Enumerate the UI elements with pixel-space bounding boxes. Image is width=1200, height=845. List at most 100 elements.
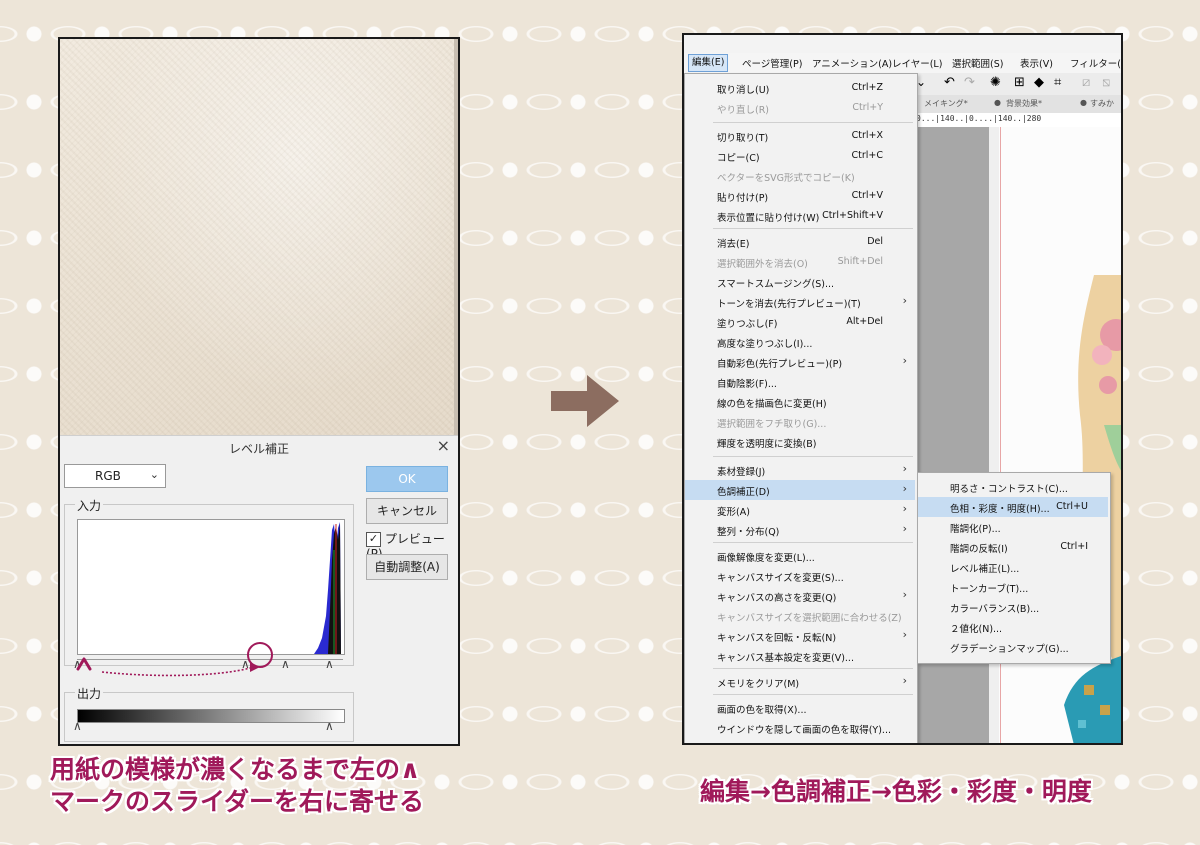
edit-menu-item[interactable]: ベクターをSVG形式でコピー(K) xyxy=(685,166,915,186)
submenu-item-label: グラデーションマップ(G)... xyxy=(950,644,1069,655)
menu-layer[interactable]: レイヤー(L) xyxy=(892,56,942,70)
menu-item-shortcut: Ctrl+V xyxy=(851,190,883,201)
edit-menu-item[interactable]: 輝度を透明度に変換(B) xyxy=(685,432,915,452)
edit-menu-item[interactable]: 自動陰影(F)... xyxy=(685,372,915,392)
edit-menu-item[interactable]: 切り取り(T) Ctrl+X xyxy=(685,126,915,146)
menu-separator xyxy=(713,542,913,543)
menu-item-label: 選択範囲をフチ取り(G)... xyxy=(717,419,827,430)
edit-menu-item[interactable]: 色調補正(D) › xyxy=(685,480,915,500)
edit-menu-item[interactable]: メモリをクリア(M) › xyxy=(685,672,915,692)
edit-menu-item[interactable]: キャンバスサイズを変更(S)... xyxy=(685,566,915,586)
edit-menu-item[interactable]: キャンバスを回転・反転(N) › xyxy=(685,626,915,646)
color-submenu-item[interactable]: ２値化(N)... xyxy=(918,617,1108,637)
menu-item-shortcut: Ctrl+Shift+V xyxy=(822,210,883,221)
edit-menu-item[interactable]: 自動彩色(先行プレビュー)(P) › xyxy=(685,352,915,372)
menu-item-label: 自動陰影(F)... xyxy=(717,379,777,390)
menu-item-label: 塗りつぶし(F) xyxy=(717,319,778,330)
edit-menu-item[interactable]: 変形(A) › xyxy=(685,500,915,520)
tab-making[interactable]: メイキング* xyxy=(924,98,968,109)
submenu-item-label: カラーバランス(B)... xyxy=(950,604,1040,615)
submenu-item-label: 階調化(P)... xyxy=(950,524,1001,535)
right-caption: 編集→色調補正→色彩・彩度・明度 xyxy=(700,777,1092,806)
edit-menu-item[interactable]: 表示位置に貼り付け(W) Ctrl+Shift+V xyxy=(685,206,915,226)
menu-item-shortcut: Ctrl+Z xyxy=(851,82,883,93)
ruler: 0...|140..|0....|140..|280 xyxy=(914,113,1121,128)
app-screenshot-panel: 編集(E) ページ管理(P) アニメーション(A) レイヤー(L) 選択範囲(S… xyxy=(682,33,1123,745)
menu-item-label: メモリをクリア(M) xyxy=(717,679,800,690)
tab-dot: ● xyxy=(1080,98,1087,107)
annotation-arrow-icon xyxy=(101,662,260,677)
menu-item-shortcut: Ctrl+Y xyxy=(852,102,883,113)
chevron-right-icon: › xyxy=(902,482,907,495)
edit-menu-item[interactable]: トーンを消去(先行プレビュー)(T) › xyxy=(685,292,915,312)
menu-item-shortcut: Shift+Del xyxy=(837,256,883,267)
menu-edit[interactable]: 編集(E) xyxy=(688,54,729,72)
chevron-right-icon: › xyxy=(902,294,907,307)
color-submenu-item[interactable]: レベル補正(L)... xyxy=(918,557,1108,577)
menu-selection[interactable]: 選択範囲(S) xyxy=(952,56,1003,70)
menu-item-shortcut: Del xyxy=(867,236,883,247)
fill-icon[interactable]: ◆ xyxy=(1034,75,1044,90)
edit-menu-item[interactable]: 貼り付け(P) Ctrl+V xyxy=(685,186,915,206)
tab-sumika[interactable]: すみか xyxy=(1090,98,1114,109)
edit-menu-item[interactable]: キャンバスの高さを変更(Q) › xyxy=(685,586,915,606)
chevron-right-icon: › xyxy=(902,674,907,687)
edit-menu-item[interactable]: 画像解像度を変更(L)... xyxy=(685,546,915,566)
edit-menu-item[interactable]: 整列・分布(Q) › xyxy=(685,520,915,540)
color-submenu-item[interactable]: 色相・彩度・明度(H)... Ctrl+U xyxy=(918,497,1108,517)
menu-item-label: キャンバスサイズを変更(S)... xyxy=(717,573,844,584)
menu-item-label: 自動彩色(先行プレビュー)(P) xyxy=(717,359,843,370)
menu-animation[interactable]: アニメーション(A) xyxy=(812,56,892,70)
menu-item-label: キャンバスサイズを選択範囲に合わせる(Z) xyxy=(717,613,902,624)
menu-separator xyxy=(713,694,913,695)
edit-menu-item[interactable]: キャンバス基本設定を変更(V)... xyxy=(685,646,915,666)
tab-background: ● xyxy=(994,98,1001,107)
menu-item-label: 色調補正(D) xyxy=(717,487,770,498)
menu-item-shortcut: Ctrl+X xyxy=(851,130,883,141)
menu-filter[interactable]: フィルター(I) xyxy=(1070,56,1121,70)
color-submenu-item[interactable]: 階調化(P)... xyxy=(918,517,1108,537)
edit-menu-item[interactable]: 塗りつぶし(F) Alt+Del xyxy=(685,312,915,332)
color-submenu-item[interactable]: カラーバランス(B)... xyxy=(918,597,1108,617)
edit-menu-item[interactable]: 取り消し(U) Ctrl+Z xyxy=(685,78,915,98)
edit-menu-item[interactable]: 選択範囲外を消去(O) Shift+Del xyxy=(685,252,915,272)
color-correction-submenu: 明るさ・コントラスト(C)... 色相・彩度・明度(H)... Ctrl+U 階調化(… xyxy=(917,472,1111,664)
menu-item-label: 切り取り(T) xyxy=(717,133,769,144)
menu-view[interactable]: 表示(V) xyxy=(1020,56,1053,70)
loading-icon[interactable]: ✺ xyxy=(990,75,1001,90)
right-arrow-icon xyxy=(551,375,619,427)
color-submenu-item[interactable]: グラデーションマップ(G)... xyxy=(918,637,1108,657)
menu-page[interactable]: ページ管理(P) xyxy=(742,56,802,70)
edit-menu-item[interactable]: ウインドウを隠して画面の色を取得(Y)... xyxy=(685,718,915,738)
color-submenu-item[interactable]: 明るさ・コントラスト(C)... xyxy=(918,477,1108,497)
color-submenu-item[interactable]: トーンカーブ(T)... xyxy=(918,577,1108,597)
transform-icon[interactable]: ⧄ xyxy=(1082,75,1090,90)
menu-item-label: キャンバスの高さを変更(Q) xyxy=(717,593,837,604)
menu-item-label: ウインドウを隠して画面の色を取得(Y)... xyxy=(717,725,891,736)
left-caption: 用紙の模様が濃くなるまで左の∧ マークのスライダーを右に寄せる xyxy=(50,754,490,818)
chevron-right-icon: › xyxy=(902,588,907,601)
menu-item-label: 整列・分布(Q) xyxy=(717,527,780,538)
menu-item-label: やり直し(R) xyxy=(717,105,770,116)
edit-menu-item[interactable]: キャンバスサイズを選択範囲に合わせる(Z) xyxy=(685,606,915,626)
edit-menu-item[interactable]: 高度な塗りつぶし(I)... xyxy=(685,332,915,352)
tab-background-effect[interactable]: 背景効果* xyxy=(1006,98,1042,109)
undo-icon[interactable]: ↶ xyxy=(944,75,955,90)
edit-menu-item[interactable]: コピー(C) Ctrl+C xyxy=(685,146,915,166)
edit-menu-item[interactable]: 画面の色を取得(X)... xyxy=(685,698,915,718)
color-submenu-item[interactable]: 階調の反転(I) Ctrl+I xyxy=(918,537,1108,557)
menu-item-label: 表示位置に貼り付け(W) xyxy=(717,213,820,224)
chevron-right-icon: › xyxy=(902,502,907,515)
edit-menu-item[interactable]: 選択範囲をフチ取り(G)... xyxy=(685,412,915,432)
edit-menu-item[interactable]: 素材登録(J) › xyxy=(685,460,915,480)
crop-icon[interactable]: ⌗ xyxy=(1054,75,1061,90)
edit-menu-item[interactable]: やり直し(R) Ctrl+Y xyxy=(685,98,915,118)
menu-separator xyxy=(713,668,913,669)
edit-menu-item[interactable]: 線の色を描画色に変更(H) xyxy=(685,392,915,412)
edit-menu-item[interactable]: 消去(E) Del xyxy=(685,232,915,252)
menu-item-label: 高度な塗りつぶし(I)... xyxy=(717,339,813,350)
redo-icon[interactable]: ↷ xyxy=(964,75,975,90)
edit-menu-item[interactable]: スマートスムージング(S)... xyxy=(685,272,915,292)
select-icon[interactable]: ⧅ xyxy=(1102,75,1110,90)
grid-icon[interactable]: ⊞ xyxy=(1014,75,1025,90)
